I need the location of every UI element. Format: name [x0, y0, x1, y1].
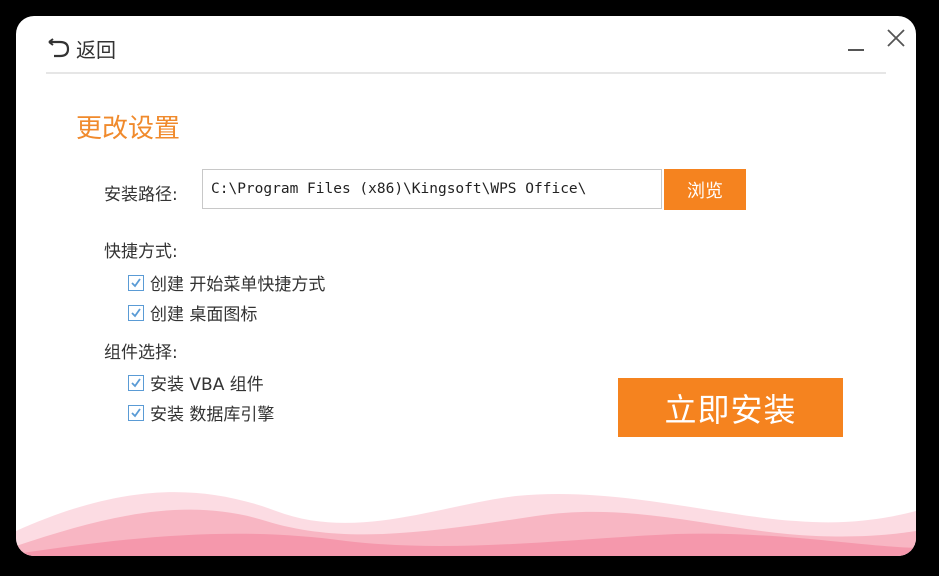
- decorative-waves: [16, 492, 916, 556]
- install-now-button[interactable]: 立即安装: [618, 378, 843, 437]
- vba-checkbox[interactable]: [128, 374, 144, 391]
- database-option-label: 安装 数据库引擎: [150, 405, 275, 425]
- shortcut-desktop-option[interactable]: 创建 桌面图标: [128, 300, 257, 325]
- installer-window: 返回 更改设置 安装路径: 浏览 快捷方式: 创建 开始菜单快捷方式 创建 桌面…: [16, 16, 916, 556]
- close-icon: [884, 29, 908, 54]
- browse-button[interactable]: 浏览: [664, 169, 746, 210]
- install-path-input[interactable]: [202, 169, 662, 209]
- back-arrow-icon: [46, 38, 72, 58]
- back-label: 返回: [76, 37, 116, 62]
- title-bar: 返回: [46, 16, 905, 74]
- database-checkbox[interactable]: [128, 404, 144, 421]
- components-label: 组件选择:: [104, 343, 178, 363]
- minimize-button[interactable]: [846, 38, 866, 58]
- component-vba-option[interactable]: 安装 VBA 组件: [128, 370, 264, 395]
- vba-option-label: 安装 VBA 组件: [150, 375, 264, 395]
- close-button[interactable]: [884, 26, 908, 50]
- shortcut-label: 快捷方式:: [104, 242, 178, 262]
- section-title: 更改设置: [76, 114, 181, 144]
- start-menu-option-label: 创建 开始菜单快捷方式: [150, 275, 326, 295]
- start-menu-checkbox[interactable]: [128, 274, 144, 291]
- back-button[interactable]: 返回: [46, 34, 116, 62]
- shortcut-start-menu-option[interactable]: 创建 开始菜单快捷方式: [128, 270, 325, 295]
- desktop-icon-checkbox[interactable]: [128, 304, 144, 321]
- component-database-option[interactable]: 安装 数据库引擎: [128, 400, 274, 425]
- install-path-label: 安装路径:: [104, 185, 178, 205]
- desktop-option-label: 创建 桌面图标: [150, 305, 258, 325]
